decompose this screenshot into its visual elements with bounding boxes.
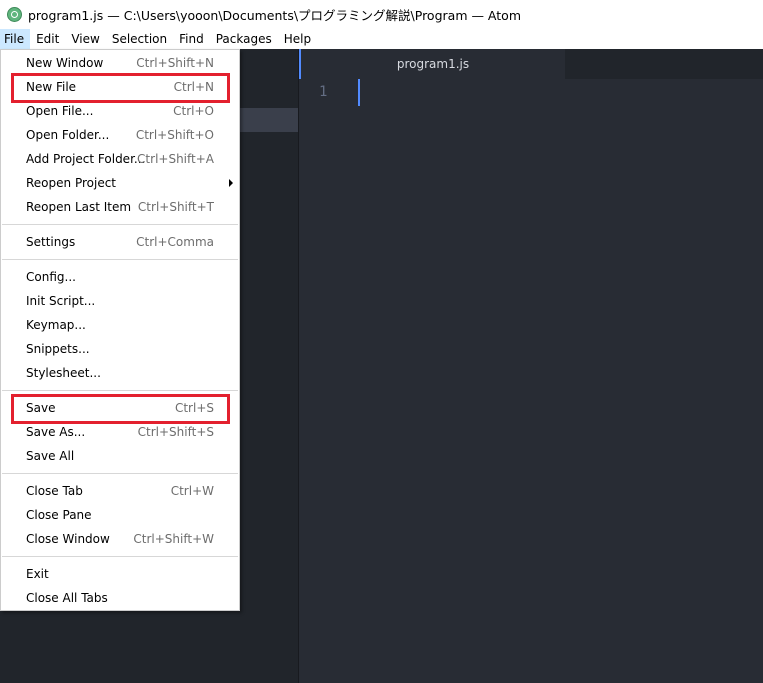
menu-item-reopen-project[interactable]: Reopen Project xyxy=(1,171,239,195)
submenu-arrow-icon xyxy=(229,179,233,187)
red-highlight-box xyxy=(11,394,230,424)
menu-find[interactable]: Find xyxy=(173,29,210,49)
menu-item-close-window[interactable]: Close Window Ctrl+Shift+W xyxy=(1,527,239,551)
menu-item-shortcut: Ctrl+Shift+O xyxy=(135,128,214,142)
text-editor[interactable]: 1 xyxy=(299,79,763,683)
menu-item-label: Save As... xyxy=(26,425,86,439)
menu-item-label: Settings xyxy=(26,235,76,249)
menu-item-close-all-tabs[interactable]: Close All Tabs xyxy=(1,586,239,610)
menu-item-label: Save All xyxy=(26,449,75,463)
menu-item-label: Stylesheet... xyxy=(26,366,101,380)
menu-item-label: Config... xyxy=(26,270,76,284)
menu-item-label: Snippets... xyxy=(26,342,90,356)
red-highlight-box xyxy=(11,73,230,103)
menu-item-shortcut: Ctrl+Shift+W xyxy=(133,532,214,546)
menu-item-add-project-folder[interactable]: Add Project Folder... Ctrl+Shift+A xyxy=(1,147,239,171)
menu-item-open-folder[interactable]: Open Folder... Ctrl+Shift+O xyxy=(1,123,239,147)
menu-item-close-tab[interactable]: Close Tab Ctrl+W xyxy=(1,479,239,503)
menu-item-stylesheet[interactable]: Stylesheet... xyxy=(1,361,239,385)
menu-packages[interactable]: Packages xyxy=(210,29,278,49)
menu-item-keymap[interactable]: Keymap... xyxy=(1,313,239,337)
menu-item-label: New Window xyxy=(26,56,104,70)
menu-item-shortcut: Ctrl+Shift+A xyxy=(137,152,214,166)
line-number: 1 xyxy=(319,84,328,100)
menu-item-label: Close Pane xyxy=(26,508,92,522)
menu-item-shortcut: Ctrl+Shift+T xyxy=(137,200,214,214)
menu-separator xyxy=(2,556,238,557)
atom-logo-icon xyxy=(7,7,22,22)
menu-item-shortcut: Ctrl+W xyxy=(170,484,214,498)
tab-bar: program1.js xyxy=(299,49,763,79)
title-bar: program1.js — C:\Users\yooon\Documents\プ… xyxy=(0,0,763,29)
window-title: program1.js — C:\Users\yooon\Documents\プ… xyxy=(28,8,521,23)
file-menu-dropdown: New Window Ctrl+Shift+N New File Ctrl+N Open… xyxy=(0,49,240,611)
menu-item-reopen-last-item[interactable]: Reopen Last Item Ctrl+Shift+T xyxy=(1,195,239,219)
menu-item-label: Open Folder... xyxy=(26,128,110,142)
menu-separator xyxy=(2,390,238,391)
menu-item-snippets[interactable]: Snippets... xyxy=(1,337,239,361)
menu-view[interactable]: View xyxy=(65,29,105,49)
menu-item-new-window[interactable]: New Window Ctrl+Shift+N xyxy=(1,51,239,75)
menu-file[interactable]: File xyxy=(0,29,31,49)
tab-program1-js[interactable]: program1.js xyxy=(299,49,565,79)
menu-item-shortcut: Ctrl+Comma xyxy=(136,235,214,249)
menu-edit[interactable]: Edit xyxy=(30,29,65,49)
menu-item-label: Close Window xyxy=(26,532,110,546)
menu-bar: File Edit View Selection Find Packages Help xyxy=(0,29,763,49)
text-cursor xyxy=(358,79,360,106)
menu-item-label: Close All Tabs xyxy=(26,591,108,605)
menu-item-label: Exit xyxy=(26,567,49,581)
menu-item-shortcut: Ctrl+Shift+S xyxy=(137,425,214,439)
menu-item-label: Reopen Project xyxy=(26,176,116,190)
menu-item-settings[interactable]: Settings Ctrl+Comma xyxy=(1,230,239,254)
menu-item-config[interactable]: Config... xyxy=(1,265,239,289)
menu-item-label: Open File... xyxy=(26,104,94,118)
menu-help[interactable]: Help xyxy=(278,29,317,49)
menu-separator xyxy=(2,473,238,474)
menu-item-shortcut: Ctrl+Shift+N xyxy=(136,56,214,70)
menu-item-close-pane[interactable]: Close Pane xyxy=(1,503,239,527)
menu-item-init-script[interactable]: Init Script... xyxy=(1,289,239,313)
menu-selection[interactable]: Selection xyxy=(106,29,173,49)
menu-item-save-all[interactable]: Save All xyxy=(1,444,239,468)
menu-item-label: Close Tab xyxy=(26,484,83,498)
menu-item-exit[interactable]: Exit xyxy=(1,562,239,586)
menu-item-label: Reopen Last Item xyxy=(26,200,132,214)
menu-item-label: Add Project Folder... xyxy=(26,152,146,166)
menu-separator xyxy=(2,259,238,260)
menu-item-label: Init Script... xyxy=(26,294,96,308)
menu-separator xyxy=(2,224,238,225)
menu-item-shortcut: Ctrl+O xyxy=(173,104,214,118)
menu-item-label: Keymap... xyxy=(26,318,86,332)
